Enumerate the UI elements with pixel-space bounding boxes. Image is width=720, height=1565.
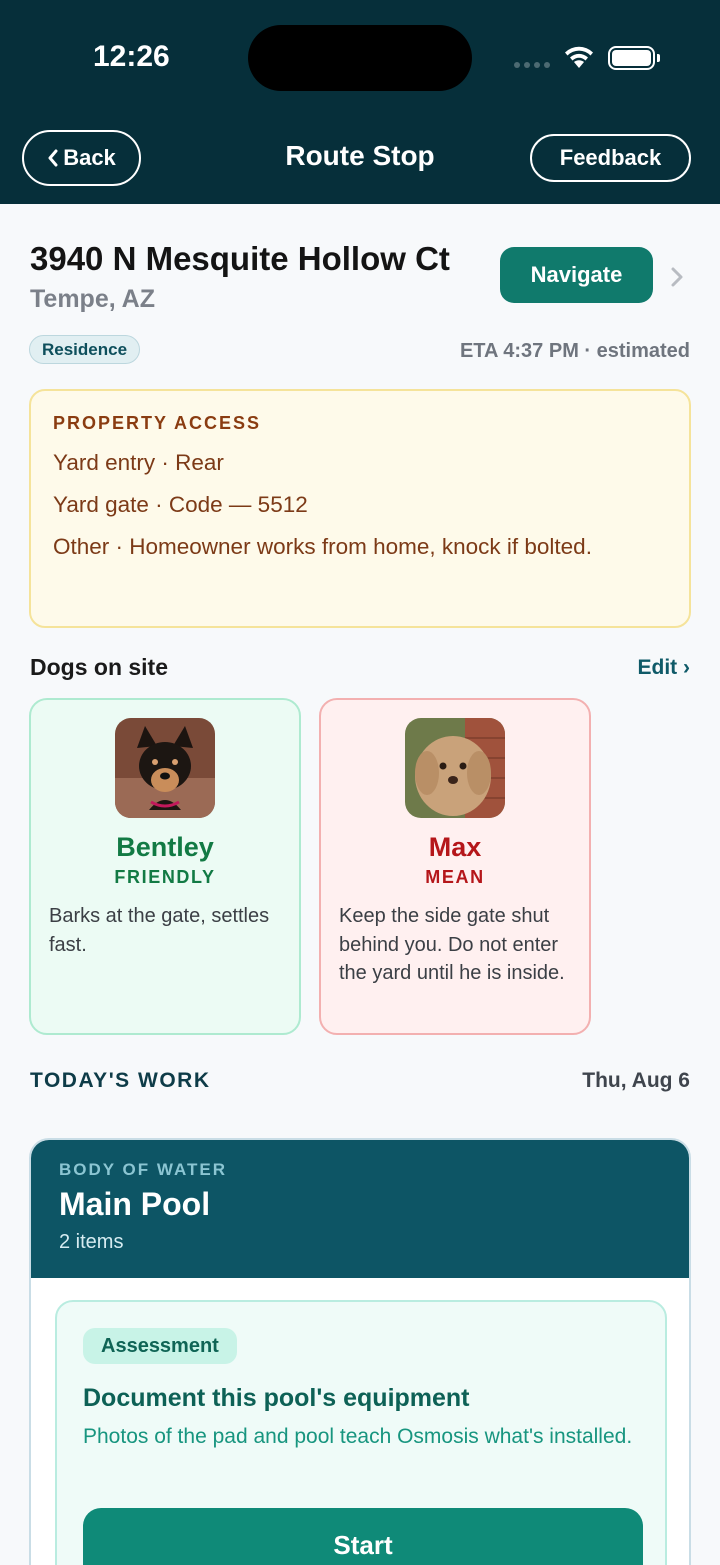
- status-time: 12:26: [93, 40, 170, 73]
- todays-work-date: Thu, Aug 6: [582, 1069, 690, 1092]
- task-title: Document this pool's equipment: [83, 1384, 470, 1412]
- body-of-water-kicker: BODY OF WATER: [59, 1160, 227, 1179]
- dog-note: Barks at the gate, settles fast.: [49, 905, 270, 956]
- dog-card-max[interactable]: Max MEAN Keep the side gate shut behind …: [319, 698, 591, 1035]
- body-of-water-name: Main Pool: [59, 1186, 211, 1222]
- eta-text: ETA 4:37 PM · estimated: [459, 340, 690, 362]
- todays-work-title: TODAY'S WORK: [30, 1069, 211, 1092]
- chevron-right-icon[interactable]: [670, 266, 684, 288]
- wifi-icon: [565, 46, 593, 68]
- dogs-edit-link[interactable]: Edit ›: [638, 656, 691, 680]
- cellular-signal-icon: [514, 62, 550, 68]
- dogs-section-title: Dogs on site: [30, 654, 169, 680]
- dog-card-bentley[interactable]: Bentley FRIENDLY Barks at the gate, sett…: [29, 698, 301, 1035]
- access-line-yard-gate: Yard gate · Code — 5512: [53, 492, 308, 517]
- property-access-card: PROPERTY ACCESS Yard entry · Rear Yard g…: [29, 389, 691, 628]
- access-line-other: Other · Homeowner works from home, knock…: [53, 534, 592, 559]
- stop-address: 3940 N Mesquite Hollow Ct: [30, 240, 450, 277]
- property-access-title: PROPERTY ACCESS: [53, 413, 262, 433]
- dynamic-island: [248, 25, 472, 91]
- assessment-task-card: Assessment Document this pool's equipmen…: [55, 1300, 667, 1565]
- dog-photo-max: [405, 718, 505, 818]
- top-bar: 12:26 Back Route Stop Feedback: [0, 0, 720, 204]
- task-description: Photos of the pad and pool teach Osmosis…: [83, 1425, 633, 1448]
- battery-icon: [608, 46, 660, 70]
- dog-mood-badge: MEAN: [425, 867, 485, 887]
- body-of-water-header[interactable]: BODY OF WATER Main Pool 2 items: [31, 1140, 689, 1278]
- property-type-badge: Residence: [29, 335, 141, 364]
- dog-mood-badge: FRIENDLY: [114, 867, 216, 887]
- feedback-button[interactable]: Feedback: [530, 134, 691, 182]
- start-button[interactable]: Start: [83, 1508, 643, 1565]
- access-line-yard-entry: Yard entry · Rear: [53, 450, 224, 475]
- assessment-badge: Assessment: [83, 1328, 237, 1364]
- body-of-water-card: BODY OF WATER Main Pool 2 items Assessme…: [29, 1138, 691, 1565]
- body-of-water-item-count: 2 items: [59, 1231, 124, 1253]
- stop-city: Tempe, AZ: [30, 285, 156, 313]
- dog-name: Bentley: [116, 832, 214, 862]
- dog-photo-bentley: [115, 718, 215, 818]
- navigate-button[interactable]: Navigate: [500, 247, 653, 303]
- dog-note: Keep the side gate shut behind you. Do n…: [339, 905, 565, 984]
- dog-name: Max: [428, 832, 482, 862]
